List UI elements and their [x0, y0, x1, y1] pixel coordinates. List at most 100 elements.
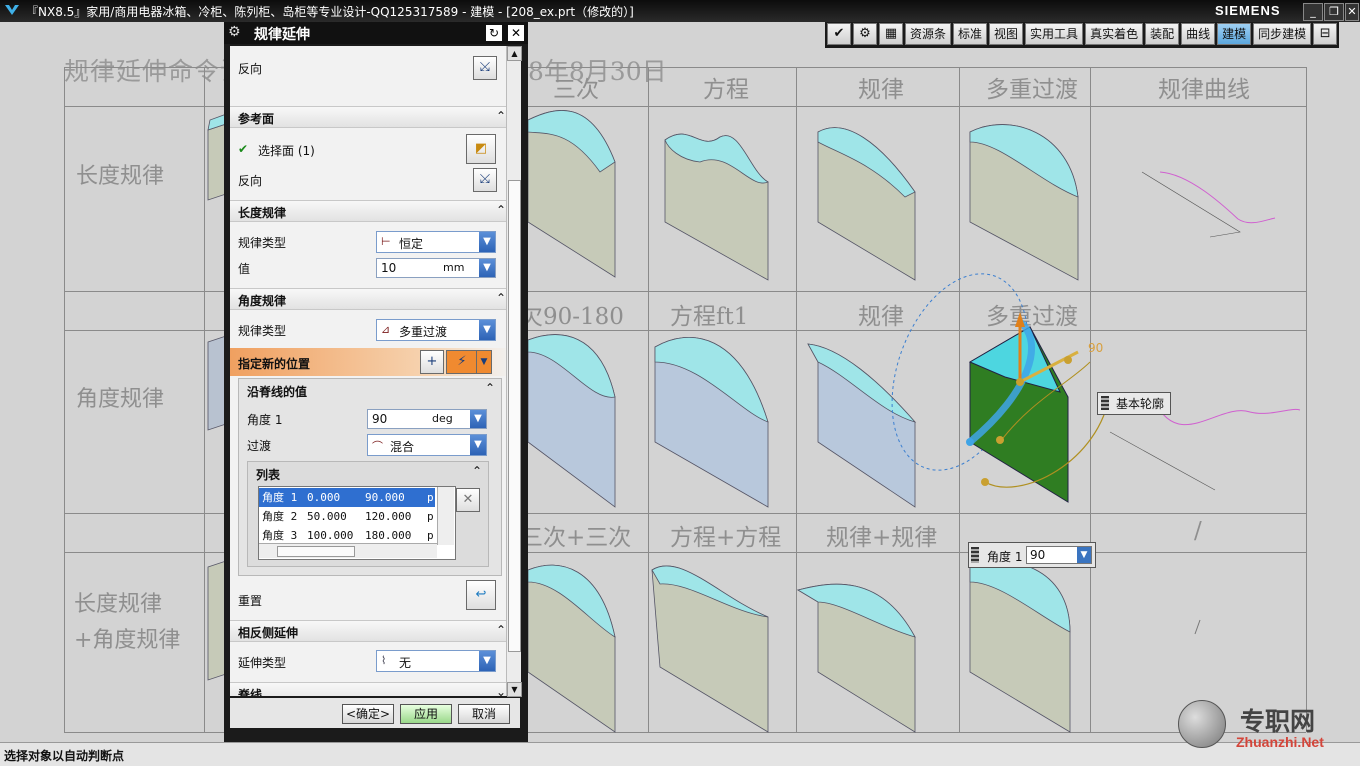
section-opposite-extend[interactable]: 相反侧延伸 ⌃ — [230, 620, 512, 642]
angle1-field[interactable]: 90 deg ▼ — [367, 409, 487, 429]
close-button[interactable]: ✕ — [1345, 3, 1359, 21]
specify-location-row[interactable]: 指定新的位置 + ⚡ ▼ — [230, 348, 512, 376]
handle-angle-text: 90 — [1088, 341, 1103, 355]
reverse-row-1: 反向 ⤩ — [230, 54, 512, 82]
tooltip-base-profile: 基本轮廓 — [1097, 392, 1172, 415]
restore-button[interactable]: ❐ — [1324, 3, 1344, 21]
dialog-scrollbar[interactable]: ▲ ▼ — [506, 46, 522, 697]
chevron-down-icon[interactable]: ▼ — [470, 435, 486, 455]
angle-law-type-value: 多重过渡 — [399, 325, 448, 339]
angle1-label: 角度 1 — [247, 413, 283, 427]
scroll-thumb[interactable] — [508, 180, 521, 652]
apply-button[interactable]: 应用 — [400, 704, 452, 724]
extend-type-value: 无 — [399, 656, 412, 670]
chevron-down-icon[interactable]: ▼ — [479, 320, 495, 340]
extend-type-label: 延伸类型 — [238, 656, 287, 670]
tab-modeling[interactable]: 建模 — [1217, 23, 1252, 45]
select-face-icon[interactable]: ◩ — [466, 134, 496, 164]
angle-law-type-select[interactable]: ⊿ 多重过渡 ▼ — [376, 319, 496, 341]
transition-value: 混合 — [390, 440, 415, 454]
section-spine[interactable]: 脊线 ⌄ — [230, 682, 512, 696]
graphics-canvas[interactable]: 规律延伸命令讲 8年8月30日 三次 方程 规律 多重过渡 规律曲线 欠90-1… — [0, 22, 1360, 742]
tab-curve[interactable]: 曲线 — [1181, 23, 1216, 45]
list-item-name: 角度 2 — [262, 510, 298, 523]
list-title: 列表 — [256, 468, 281, 482]
chevron-up-icon: ⌃ — [495, 623, 506, 637]
section-angle-law[interactable]: 角度规律 ⌃ — [230, 288, 512, 310]
tab-utilities[interactable]: 实用工具 — [1025, 23, 1084, 45]
transition-label: 过渡 — [247, 439, 272, 453]
tab-view[interactable]: 视图 — [989, 23, 1024, 45]
delete-icon[interactable]: ✕ — [456, 488, 480, 512]
reverse-direction-icon-2[interactable]: ⤩ — [473, 168, 497, 192]
tab-sync-modeling[interactable]: 同步建模 — [1253, 23, 1312, 45]
chevron-down-icon[interactable]: ▼ — [479, 651, 495, 671]
expand-icon[interactable]: ⊟ — [1313, 23, 1338, 45]
list-item[interactable]: 角度 2 50.000 120.000 p — [259, 507, 435, 526]
list-item-b: 120.000 — [365, 510, 412, 523]
top-toolbar: ✔ ⚙ ▦ 资源条 标准 视图 实用工具 真实着色 装配 曲线 建模 同步建模 … — [825, 22, 1340, 48]
grid-icon[interactable]: ▦ — [879, 23, 903, 45]
tab-assembly[interactable]: 装配 — [1145, 23, 1180, 45]
onscreen-angle-field[interactable]: 90 ▼ — [1026, 546, 1092, 564]
length-law-type-value: 恒定 — [399, 237, 424, 251]
point-constructor-icon[interactable]: ⚡ — [446, 350, 478, 374]
list-item-b: 90.000 — [365, 491, 405, 504]
scroll-up-icon[interactable]: ▲ — [507, 46, 522, 61]
title-bar: 『NX8.5』家用/商用电器冰箱、冷柜、陈列柜、岛柜等专业设计-QQ125317… — [0, 0, 1360, 22]
scroll-down-icon[interactable]: ▼ — [507, 682, 522, 697]
length-value-field[interactable]: 10 mm ▼ — [376, 258, 496, 278]
tab-resource-bar[interactable]: 资源条 — [905, 23, 952, 45]
select-face-row[interactable]: ✔ 选择面 (1) ◩ — [230, 134, 512, 164]
chevron-down-icon[interactable]: ▼ — [470, 410, 486, 428]
list-item[interactable]: 角度 1 0.000 90.000 p — [259, 488, 435, 507]
chevron-down-icon[interactable]: ▼ — [479, 259, 495, 277]
chevron-down-icon[interactable]: ▼ — [1077, 547, 1091, 563]
law-extension-dialog: ⚙ 规律延伸 ↻ ✕ 反向 ⤩ 参考面 ⌃ ✔ 选择面 (1) ◩ 反向 ⤩ 长度… — [224, 22, 528, 744]
reverse-label: 反向 — [238, 62, 263, 76]
list-hscroll[interactable] — [259, 543, 437, 558]
tab-true-shading[interactable]: 真实着色 — [1085, 23, 1144, 45]
dialog-title: 规律延伸 — [254, 27, 310, 43]
cancel-button[interactable]: 取消 — [458, 704, 510, 724]
reverse-row-2: 反向 ⤩ — [230, 168, 512, 192]
specify-location-label: 指定新的位置 — [238, 357, 311, 371]
section-length-law[interactable]: 长度规律 ⌃ — [230, 200, 512, 222]
reverse-direction-icon[interactable]: ⤩ — [473, 56, 497, 80]
transition-select[interactable]: ⌒ 混合 ▼ — [367, 434, 487, 456]
section-reference-face[interactable]: 参考面 ⌃ — [230, 106, 512, 128]
dialog-header: ⚙ 规律延伸 ↻ ✕ — [224, 22, 528, 44]
gear-icon[interactable]: ⚙ — [228, 24, 241, 40]
model-view: 90 — [207, 110, 1301, 733]
length-law-type-select[interactable]: ⊢ 恒定 ▼ — [376, 231, 496, 253]
extend-type-select[interactable]: ⌇ 无 ▼ — [376, 650, 496, 672]
watermark-url: Zhuanzhi.Net — [1236, 734, 1324, 750]
angle-list[interactable]: 角度 1 0.000 90.000 p 角度 2 50.000 120.000 … — [258, 486, 456, 560]
reset-dialog-icon[interactable]: ↻ — [486, 25, 502, 41]
grip-icon — [971, 547, 979, 563]
gear-icon[interactable]: ⚙ — [853, 23, 877, 45]
ok-button[interactable]: <确定> — [342, 704, 394, 724]
section-title: 相反侧延伸 — [238, 626, 299, 640]
chevron-down-icon[interactable]: ▼ — [476, 350, 492, 374]
section-title: 长度规律 — [238, 206, 287, 220]
list-vscroll[interactable] — [437, 487, 454, 545]
reset-icon[interactable]: ↩ — [466, 580, 496, 610]
onscreen-angle-input[interactable]: 角度 1 90 ▼ — [968, 542, 1096, 568]
add-point-icon[interactable]: + — [420, 350, 444, 374]
close-icon[interactable]: ✕ — [508, 25, 524, 41]
list-item-name: 角度 1 — [262, 491, 298, 504]
onscreen-angle-label: 角度 1 — [987, 550, 1023, 564]
chevron-up-icon[interactable]: ⌃ — [472, 464, 482, 478]
dialog-body: 反向 ⤩ 参考面 ⌃ ✔ 选择面 (1) ◩ 反向 ⤩ 长度规律 ⌃ 规律类型 ⊢ … — [230, 46, 512, 696]
constant-law-icon: ⊢ — [381, 235, 391, 248]
chevron-up-icon[interactable]: ⌃ — [485, 381, 495, 395]
minimize-button[interactable]: _ — [1303, 3, 1323, 21]
hscroll-thumb[interactable] — [277, 546, 355, 557]
section-title: 脊线 — [238, 688, 263, 696]
nx-menu-icon[interactable]: ✔ — [827, 23, 851, 45]
chevron-down-icon[interactable]: ▼ — [479, 232, 495, 252]
grip-icon — [1101, 396, 1109, 410]
tab-standard[interactable]: 标准 — [953, 23, 988, 45]
status-bar: 选择对象以自动判断点 — [0, 742, 1360, 766]
